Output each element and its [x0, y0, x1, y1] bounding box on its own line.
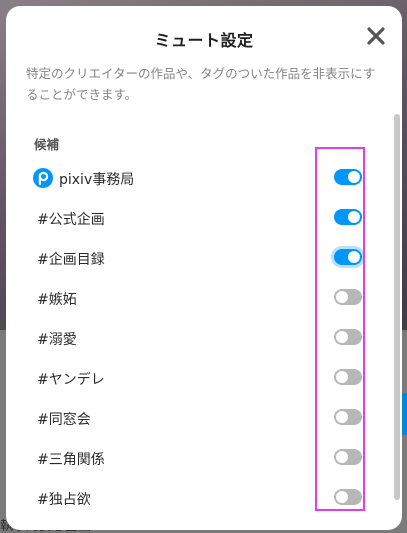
pixiv-logo-icon — [33, 168, 53, 188]
close-button[interactable] — [364, 24, 388, 48]
list-item-label: #同窓会 — [37, 412, 91, 428]
list-item-label: #溺愛 — [37, 332, 77, 348]
list-item: #公式企画 — [6, 198, 402, 238]
mute-toggle[interactable] — [334, 449, 362, 465]
toggle-knob — [348, 171, 360, 183]
list-item: #企画目録 — [6, 238, 402, 278]
toggle-knob — [348, 251, 360, 263]
list-item: #同窓会 — [6, 398, 402, 438]
list-item: #溺愛 — [6, 318, 402, 358]
mute-candidate-list: pixiv事務局 #公式企画 #企画目録 #嫉妬 #溺愛 #ヤンデレ #同窓会 #三角関係 #独… — [6, 158, 402, 518]
list-item-label: #企画目録 — [37, 252, 105, 268]
mute-toggle[interactable] — [334, 249, 362, 265]
list-item: #嫉妬 — [6, 278, 402, 318]
mute-settings-dialog: ミュート設定 特定のクリエイターの作品や、タグのついた作品を非表示にすることがで… — [6, 6, 402, 530]
mute-toggle[interactable] — [334, 409, 362, 425]
list-item: #ヤンデレ — [6, 358, 402, 398]
mute-toggle[interactable] — [334, 369, 362, 385]
toggle-knob — [336, 291, 348, 303]
list-item: #三角関係 — [6, 438, 402, 478]
toggle-knob — [336, 371, 348, 383]
toggle-knob — [336, 451, 348, 463]
list-item-label: #三角関係 — [37, 452, 105, 468]
list-item-label: pixiv事務局 — [59, 172, 135, 188]
toggle-knob — [336, 491, 348, 503]
section-label-candidates: 候補 — [34, 137, 60, 152]
dialog-title: ミュート設定 — [154, 31, 254, 50]
list-item: #独占欲 — [6, 478, 402, 518]
dialog-description: 特定のクリエイターの作品や、タグのついた作品を非表示にすることができます。 — [26, 66, 376, 102]
toggle-knob — [348, 211, 360, 223]
list-item: pixiv事務局 — [6, 158, 402, 198]
list-item-label: #嫉妬 — [37, 292, 77, 308]
toggle-knob — [336, 411, 348, 423]
close-icon — [367, 27, 385, 45]
mute-toggle[interactable] — [334, 329, 362, 345]
list-item-label: #公式企画 — [37, 212, 105, 228]
scrollbar-thumb[interactable] — [394, 114, 400, 500]
toggle-knob — [336, 331, 348, 343]
mute-toggle[interactable] — [334, 489, 362, 505]
list-item-label: #独占欲 — [37, 492, 91, 508]
mute-toggle[interactable] — [334, 209, 362, 225]
mute-toggle[interactable] — [334, 289, 362, 305]
mute-toggle[interactable] — [334, 169, 362, 185]
list-item-label: #ヤンデレ — [37, 372, 105, 388]
